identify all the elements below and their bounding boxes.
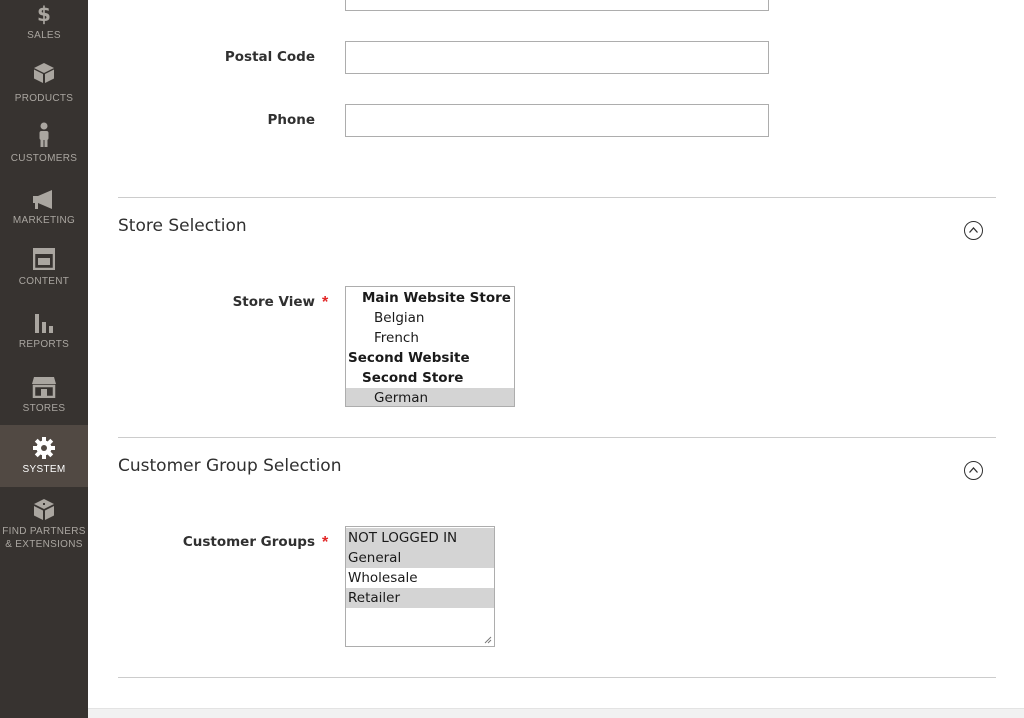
section-divider (118, 437, 996, 438)
customer-group-option-selected[interactable]: General (346, 548, 494, 568)
sidebar-item-reports[interactable]: REPORTS (0, 312, 88, 352)
postal-code-label: Postal Code (224, 49, 315, 65)
cube-icon (0, 62, 88, 86)
store-view-option[interactable]: French (346, 328, 514, 348)
postal-code-input[interactable] (345, 41, 769, 74)
sidebar-item-system[interactable]: SYSTEM (0, 425, 88, 487)
store-view-option[interactable]: Belgian (346, 308, 514, 328)
store-view-optgroup: Second Website (348, 350, 470, 366)
store-view-optgroup: Second Store (362, 370, 464, 386)
customer-group-option[interactable]: Wholesale (346, 568, 494, 588)
required-asterisk: * (322, 534, 329, 551)
dollar-icon: $ (37, 2, 51, 26)
sidebar-item-products[interactable]: PRODUCTS (0, 62, 88, 108)
chevron-up-icon (969, 227, 978, 233)
blocks-icon (0, 498, 88, 522)
sidebar-item-label: MARKETING (12, 215, 76, 226)
page-footer-bar (88, 708, 1024, 718)
sidebar-item-sales[interactable]: $ SALES (0, 0, 88, 46)
customer-groups-multiselect[interactable]: NOT LOGGED IN General Wholesale Retailer (345, 526, 495, 647)
customer-group-collapse-button[interactable] (964, 461, 983, 480)
person-icon (0, 122, 88, 148)
megaphone-icon (0, 190, 88, 210)
sidebar-item-label: STORES (22, 403, 66, 414)
customer-group-option-selected[interactable]: NOT LOGGED IN (346, 528, 494, 548)
phone-label: Phone (267, 112, 315, 128)
resize-handle-icon[interactable] (484, 636, 492, 644)
sidebar-item-label: REPORTS (18, 339, 70, 350)
section-divider (118, 197, 996, 198)
region-input[interactable] (345, 0, 769, 11)
sidebar-item-label: CUSTOMERS (10, 153, 78, 164)
section-divider (118, 677, 996, 678)
admin-sidebar: $ SALES PRODUCTS CUSTOMERS MARKETING CON… (0, 0, 88, 718)
store-view-option-selected[interactable]: German (346, 388, 514, 406)
sidebar-item-label: SALES (27, 30, 61, 41)
store-selection-collapse-button[interactable] (964, 221, 983, 240)
storefront-icon (0, 376, 88, 399)
sidebar-item-customers[interactable]: CUSTOMERS (0, 122, 88, 168)
sidebar-item-label-line1: FIND PARTNERS (2, 526, 86, 537)
sidebar-item-label: SYSTEM (22, 464, 66, 475)
customer-groups-label: Customer Groups (182, 534, 315, 550)
customer-group-selection-title[interactable]: Customer Group Selection (118, 456, 341, 476)
store-view-multiselect[interactable]: Main Website Store Belgian French Second… (345, 286, 515, 407)
sidebar-item-label: PRODUCTS (14, 93, 74, 104)
chevron-up-icon (969, 467, 978, 473)
sidebar-item-label-line2: & EXTENSIONS (5, 539, 83, 550)
bar-chart-icon (0, 312, 88, 334)
phone-input[interactable] (345, 104, 769, 137)
sidebar-item-stores[interactable]: STORES (0, 376, 88, 416)
sidebar-item-find-partners-extensions[interactable]: FIND PARTNERS & EXTENSIONS (0, 498, 88, 552)
sidebar-item-label: CONTENT (18, 276, 70, 287)
sidebar-item-marketing[interactable]: MARKETING (0, 190, 88, 230)
main-content: Postal Code Phone Store Selection Store … (88, 0, 1024, 718)
store-view-label: Store View (232, 294, 315, 310)
customer-group-option-selected[interactable]: Retailer (346, 588, 494, 608)
layout-icon (0, 247, 88, 272)
store-selection-title[interactable]: Store Selection (118, 216, 247, 236)
gear-icon (0, 437, 88, 459)
required-asterisk: * (322, 294, 329, 311)
sidebar-item-content[interactable]: CONTENT (0, 247, 88, 290)
store-view-optgroup: Main Website Store (362, 290, 511, 306)
